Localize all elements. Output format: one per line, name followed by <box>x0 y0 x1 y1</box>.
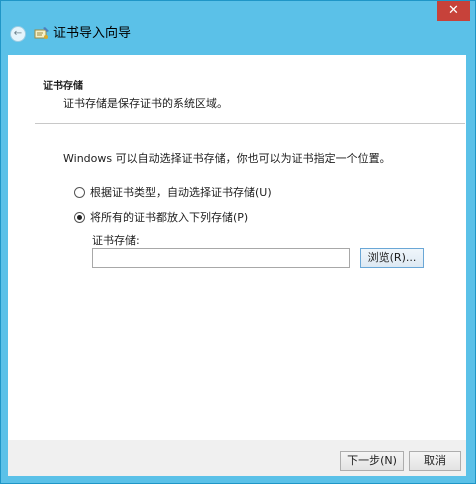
wizard-content: 证书存储 证书存储是保存证书的系统区域。 Windows 可以自动选择证书存储，… <box>8 55 466 440</box>
title-bar: ✕ ← 证书导入向导 <box>1 1 475 55</box>
radio-manual-select[interactable]: 将所有的证书都放入下列存储(P) <box>74 209 248 225</box>
close-icon: ✕ <box>448 3 459 18</box>
radio-auto-select[interactable]: 根据证书类型，自动选择证书存储(U) <box>74 184 272 200</box>
store-field-label: 证书存储: <box>92 234 140 247</box>
back-button[interactable]: ← <box>10 26 26 42</box>
wizard-window: ✕ ← 证书导入向导 证书存储 证书存储是保存证书的系统区域。 Windows … <box>0 0 476 484</box>
back-arrow-icon: ← <box>13 28 23 39</box>
radio-manual-circle[interactable] <box>74 211 85 223</box>
intro-text: Windows 可以自动选择证书存储，你也可以为证书指定一个位置。 <box>63 152 391 165</box>
section-heading: 证书存储 <box>43 81 83 92</box>
radio-manual-label: 将所有的证书都放入下列存储(P) <box>90 211 249 224</box>
radio-auto-circle[interactable] <box>74 186 85 198</box>
wizard-footer: 下一步(N) 取消 <box>8 440 466 476</box>
divider <box>35 123 465 124</box>
next-button[interactable]: 下一步(N) <box>340 451 404 471</box>
window-title: 证书导入向导 <box>53 26 132 41</box>
radio-auto-label: 根据证书类型，自动选择证书存储(U) <box>90 186 272 199</box>
cancel-button[interactable]: 取消 <box>409 451 461 471</box>
store-input[interactable] <box>92 248 350 268</box>
section-description: 证书存储是保存证书的系统区域。 <box>63 97 228 110</box>
browse-button[interactable]: 浏览(R)... <box>360 248 424 268</box>
close-button[interactable]: ✕ <box>437 1 470 21</box>
certificate-icon <box>34 27 49 39</box>
